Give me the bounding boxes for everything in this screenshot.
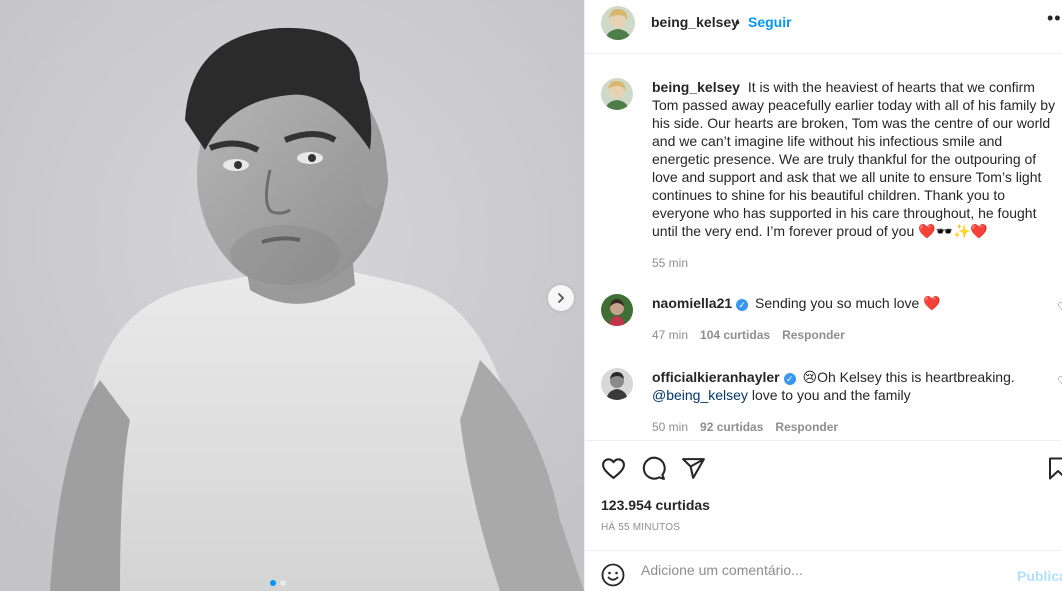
caption-avatar[interactable] bbox=[601, 78, 633, 110]
bookmark-icon[interactable] bbox=[1048, 456, 1062, 484]
follow-button[interactable]: Seguir bbox=[748, 14, 792, 30]
likes-count[interactable]: 123.954 curtidas bbox=[601, 497, 710, 513]
post-actions: 123.954 curtidas HÁ 55 MINUTOS bbox=[585, 440, 1062, 550]
carousel-dot bbox=[280, 580, 286, 586]
post-media[interactable] bbox=[0, 0, 584, 591]
comment-body: officialkieranhayler ✓ 😢Oh Kelsey this is… bbox=[652, 368, 1062, 404]
mention-link[interactable]: @being_kelsey bbox=[652, 387, 748, 403]
like-comment-heart-icon[interactable]: ♡ bbox=[1057, 374, 1062, 388]
comment-body: naomiella21 ✓ Sending you so much love ❤️ bbox=[652, 294, 1062, 312]
verified-badge-icon: ✓ bbox=[783, 373, 796, 385]
carousel-indicator bbox=[270, 580, 286, 586]
separator-dot: • bbox=[735, 14, 740, 30]
carousel-next-button[interactable] bbox=[548, 285, 574, 311]
emoji-icon[interactable] bbox=[601, 563, 625, 590]
verified-badge-icon: ✓ bbox=[736, 299, 749, 311]
comment-meta: 47 min 104 curtidas Responder bbox=[652, 328, 845, 342]
post-timestamp: HÁ 55 MINUTOS bbox=[601, 522, 681, 533]
heart-icon[interactable] bbox=[601, 456, 626, 484]
commenter-avatar[interactable] bbox=[601, 368, 633, 400]
comment-text: 😢Oh Kelsey this is heartbreaking. bbox=[802, 369, 1015, 385]
chevron-right-icon bbox=[558, 293, 565, 303]
carousel-dot-active bbox=[270, 580, 276, 586]
comment-time[interactable]: 47 min bbox=[652, 328, 688, 342]
comment-likes[interactable]: 92 curtidas bbox=[700, 420, 763, 434]
caption-username[interactable]: being_kelsey bbox=[652, 79, 740, 95]
comment-input[interactable] bbox=[641, 562, 1011, 578]
post-photo bbox=[0, 0, 584, 591]
post-side-panel: being_kelsey • Seguir ••• being_kelsey I… bbox=[584, 0, 1062, 591]
publish-button[interactable]: Publicar bbox=[1017, 568, 1062, 584]
caption-meta: 55 min bbox=[652, 256, 688, 270]
comment-composer: Publicar bbox=[585, 550, 1062, 591]
post-header: being_kelsey • Seguir ••• bbox=[585, 0, 1062, 54]
reply-button[interactable]: Responder bbox=[775, 420, 838, 434]
comment-likes[interactable]: 104 curtidas bbox=[700, 328, 770, 342]
commenter-avatar[interactable] bbox=[601, 294, 633, 326]
reply-button[interactable]: Responder bbox=[782, 328, 845, 342]
caption-text: It is with the heaviest of hearts that w… bbox=[652, 79, 1056, 239]
commenter-username[interactable]: officialkieranhayler bbox=[652, 369, 780, 385]
author-username[interactable]: being_kelsey bbox=[651, 14, 739, 30]
comment-text-continued: love to you and the family bbox=[751, 387, 911, 403]
share-icon[interactable] bbox=[681, 456, 706, 484]
comment-time[interactable]: 50 min bbox=[652, 420, 688, 434]
comment-icon[interactable] bbox=[641, 456, 666, 484]
comment-meta: 50 min 92 curtidas Responder bbox=[652, 420, 838, 434]
comment-text: Sending you so much love ❤️ bbox=[755, 295, 941, 311]
like-comment-heart-icon[interactable]: ♡ bbox=[1057, 300, 1062, 314]
author-avatar[interactable] bbox=[601, 6, 635, 40]
comments-list[interactable]: being_kelsey It is with the heaviest of … bbox=[585, 54, 1062, 440]
more-options-icon[interactable]: ••• bbox=[1047, 8, 1062, 29]
caption-body: being_kelsey It is with the heaviest of … bbox=[652, 78, 1062, 240]
commenter-username[interactable]: naomiella21 bbox=[652, 295, 732, 311]
caption-time[interactable]: 55 min bbox=[652, 256, 688, 270]
